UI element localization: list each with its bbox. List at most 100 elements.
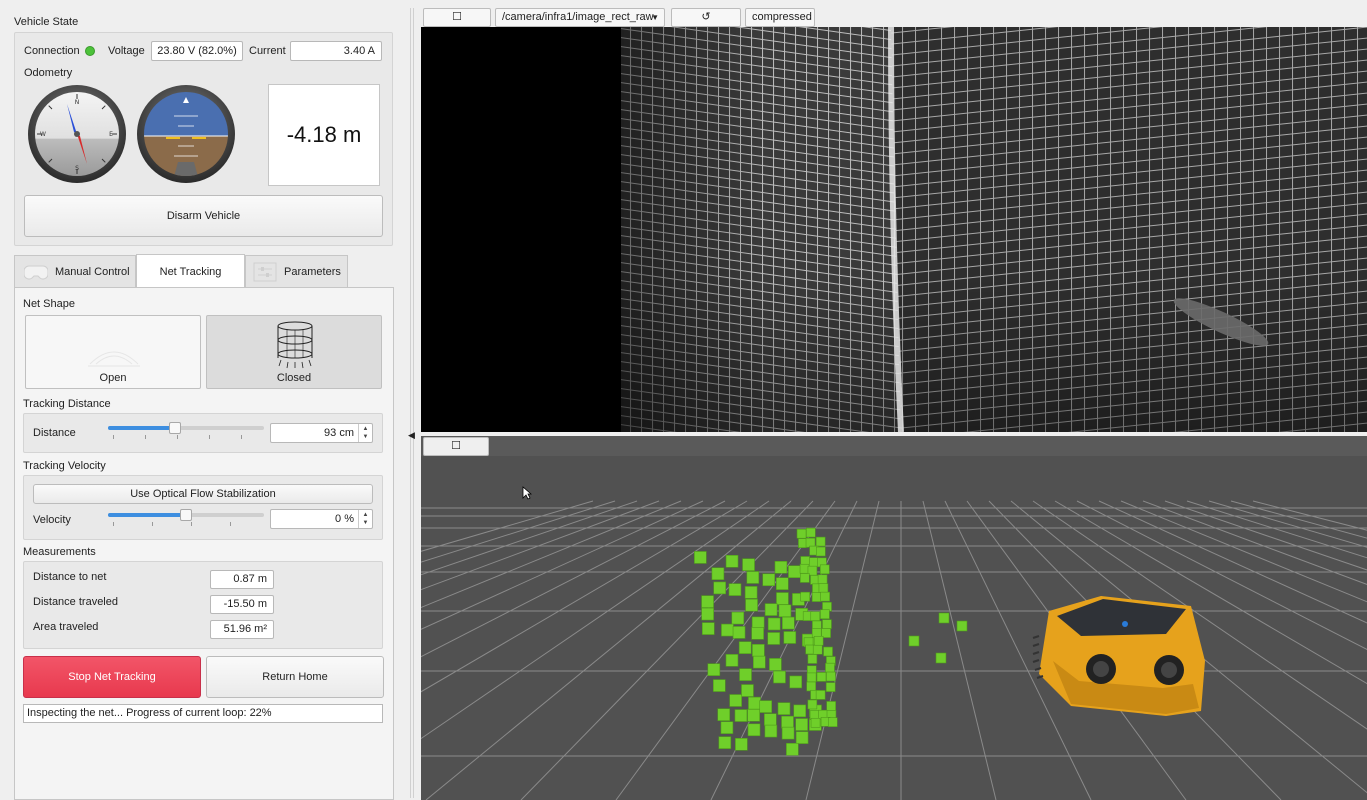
voxel [819,564,830,575]
disarm-vehicle-button[interactable]: Disarm Vehicle [24,195,383,237]
voxel [748,696,761,710]
slider-tick [230,522,231,526]
spin-arrows-icon[interactable]: ▲ ▼ [358,510,372,528]
voxel [769,658,782,671]
voxel [800,591,810,602]
voltage-label: Voltage [108,45,145,57]
voxel [742,558,755,571]
voxel [738,641,752,654]
voxel [818,583,829,593]
refresh-button[interactable]: ↺ [671,8,741,27]
tab-label: Net Tracking [159,265,222,278]
voxel [793,704,807,718]
voxel [796,528,807,539]
voxel [707,663,721,676]
voxel [782,616,795,630]
current-label: Current [249,45,286,57]
voxel [731,611,745,625]
voxel [817,574,828,585]
voxel [816,546,826,557]
odometry-label: Odometry [24,67,73,79]
shape-open-label: Open [99,372,127,384]
svg-text:W: W [40,131,46,138]
shape-open-option[interactable]: Open [25,315,201,389]
panel-splitter[interactable]: ◀ [405,0,421,800]
voxel [778,604,792,618]
return-home-button[interactable]: Return Home [206,656,384,698]
distance-to-net-field: 0.87 m [210,570,274,589]
voxel [747,723,761,737]
checkbox-icon[interactable]: ☐ [423,8,491,27]
tab-net-tracking[interactable]: Net Tracking [136,254,245,288]
voxel [747,709,760,722]
voxel [701,622,715,635]
voxel [701,595,714,608]
net-camera-image [421,27,1367,432]
voxel [823,646,833,657]
distance-traveled-label: Distance traveled [33,596,118,608]
rviz-scene [421,456,1367,800]
voxel [711,567,725,581]
splitter-handle[interactable] [410,8,414,798]
voxel [741,684,754,697]
voxel [717,708,731,721]
voxel [744,586,758,599]
topic-select[interactable]: /camera/infra1/image_rect_raw ▼ [495,8,665,27]
svg-text:N: N [75,99,80,106]
velocity-slider-handle[interactable] [180,509,192,521]
sliders-icon [252,262,278,282]
voxel [815,536,826,547]
voxel [807,654,818,664]
voxel [767,632,781,645]
distance-to-net-label: Distance to net [33,571,107,583]
voxel [820,609,830,620]
distance-spinbox[interactable]: 93 cm ▲ ▼ [270,423,373,443]
voxel [739,668,752,681]
voltage-field: 23.80 V (82.0%) [151,41,243,61]
voxel [810,717,821,728]
stop-net-tracking-button[interactable]: Stop Net Tracking [23,656,201,698]
voxel [752,644,765,657]
rviz-3d-view[interactable] [421,456,1367,800]
mouse-cursor-icon [522,486,533,503]
tab-label: Manual Control [55,265,130,278]
voxel [788,565,801,578]
topic-select-value: /camera/infra1/image_rect_raw [502,11,654,23]
collapse-arrow-icon[interactable]: ◀ [408,430,415,441]
voxel [908,635,920,647]
camera-image [421,27,1367,432]
net-shape-label: Net Shape [23,298,75,310]
spin-arrows-icon[interactable]: ▲ ▼ [358,424,372,442]
gamepad-icon [23,262,49,282]
slider-tick [113,522,114,526]
voxel [720,721,734,734]
voxel [751,627,764,640]
voxel [956,620,968,632]
tracking-distance-label: Tracking Distance [23,398,111,410]
velocity-label: Velocity [33,514,71,526]
checkbox-icon[interactable]: ☐ [423,437,489,456]
optical-flow-button[interactable]: Use Optical Flow Stabilization [33,484,373,504]
voxel [786,742,799,756]
voxel [811,592,822,602]
tab-parameters[interactable]: Parameters [245,255,348,287]
slider-tick [191,522,192,526]
tab-manual-control[interactable]: Manual Control [14,255,136,287]
voxel [812,644,823,655]
voxel [826,701,836,711]
distance-slider-handle[interactable] [169,422,181,434]
refresh-icon: ↺ [701,11,711,23]
voxel [759,700,773,713]
voxel [746,571,760,584]
attitude-gauge [136,84,236,184]
velocity-spinbox[interactable]: 0 % ▲ ▼ [270,509,373,529]
voxel [807,699,818,710]
shape-closed-option[interactable]: Closed [206,315,382,389]
voxel [816,672,827,682]
status-line: Inspecting the net... Progress of curren… [23,704,383,723]
transport-select[interactable]: compressed [745,8,815,27]
voxel [725,555,739,568]
velocity-slider-fill [108,513,186,517]
transport-value: compressed [752,11,812,23]
camera-toolbar: ☐ /camera/infra1/image_rect_raw ▼ ↺ comp… [421,6,1367,28]
